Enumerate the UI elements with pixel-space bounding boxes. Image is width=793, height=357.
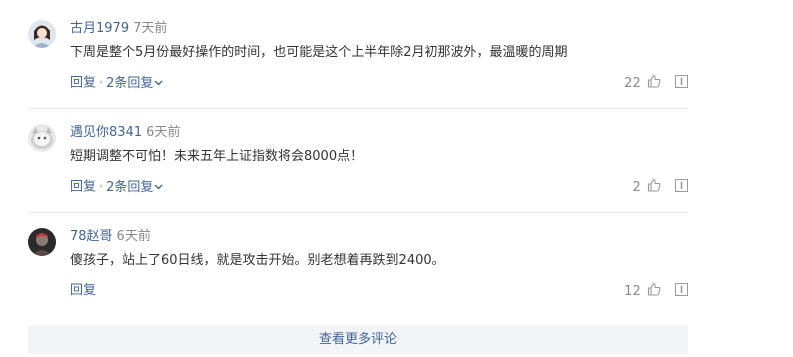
comment-stats: 2 xyxy=(632,178,688,196)
comment-meta: 78赵哥 6天前 xyxy=(70,228,151,246)
view-more-comments-button[interactable]: 查看更多评论 xyxy=(28,326,688,354)
username[interactable]: 78赵哥 xyxy=(70,229,113,244)
avatar[interactable] xyxy=(28,228,56,256)
thumbs-up-icon[interactable] xyxy=(647,282,661,302)
reply-button[interactable]: 回复 xyxy=(70,180,96,195)
timestamp: 6天前 xyxy=(116,229,151,244)
separator: · xyxy=(99,75,104,91)
comment-actions: 回复 · 2条回复 xyxy=(70,74,163,93)
comment-meta: 古月1979 7天前 xyxy=(70,20,167,38)
timestamp: 7天前 xyxy=(133,21,168,36)
report-icon[interactable] xyxy=(675,178,688,198)
avatar[interactable] xyxy=(28,20,56,48)
replies-count-label: 2条回复 xyxy=(106,179,154,195)
comment-meta: 遇见你8341 6天前 xyxy=(70,124,180,142)
comment-stats: 12 xyxy=(624,282,688,300)
comment-stats: 22 xyxy=(624,74,688,92)
comment-text: 下周是整个5月份最好操作的时间，也可能是这个上半年除2月初那波外，最温暖的周期 xyxy=(70,45,568,60)
username[interactable]: 遇见你8341 xyxy=(70,125,142,140)
like-count: 2 xyxy=(632,180,641,195)
reply-button[interactable]: 回复 xyxy=(70,76,96,91)
like-count: 12 xyxy=(624,284,641,299)
comment-actions: 回复 xyxy=(70,282,96,300)
comment-item: 遇见你8341 6天前 短期调整不可怕！未来五年上证指数将会8000点！ 回复 · 2… xyxy=(28,124,688,204)
comment-item: 78赵哥 6天前 傻孩子，站上了60日线，就是攻击开始。别老想着再跌到2400。 … xyxy=(28,228,688,308)
separator: · xyxy=(99,179,104,195)
view-replies-button[interactable]: 2条回复 xyxy=(106,76,163,91)
view-replies-button[interactable]: 2条回复 xyxy=(106,180,163,195)
replies-count-label: 2条回复 xyxy=(106,75,154,91)
username[interactable]: 古月1979 xyxy=(70,21,129,36)
report-icon[interactable] xyxy=(675,74,688,94)
divider xyxy=(28,108,688,109)
chevron-down-icon xyxy=(154,178,163,196)
reply-button[interactable]: 回复 xyxy=(70,283,96,298)
thumbs-up-icon[interactable] xyxy=(647,74,661,94)
thumbs-up-icon[interactable] xyxy=(647,178,661,198)
comment-actions: 回复 · 2条回复 xyxy=(70,178,163,197)
divider xyxy=(28,212,688,213)
chevron-down-icon xyxy=(154,74,163,92)
comment-item: 古月1979 7天前 下周是整个5月份最好操作的时间，也可能是这个上半年除2月初那… xyxy=(28,20,688,100)
report-icon[interactable] xyxy=(675,282,688,302)
comment-text: 短期调整不可怕！未来五年上证指数将会8000点！ xyxy=(70,149,364,164)
timestamp: 6天前 xyxy=(146,125,181,140)
like-count: 22 xyxy=(624,76,641,91)
avatar[interactable] xyxy=(28,124,56,152)
comment-text: 傻孩子，站上了60日线，就是攻击开始。别老想着再跌到2400。 xyxy=(70,253,445,268)
